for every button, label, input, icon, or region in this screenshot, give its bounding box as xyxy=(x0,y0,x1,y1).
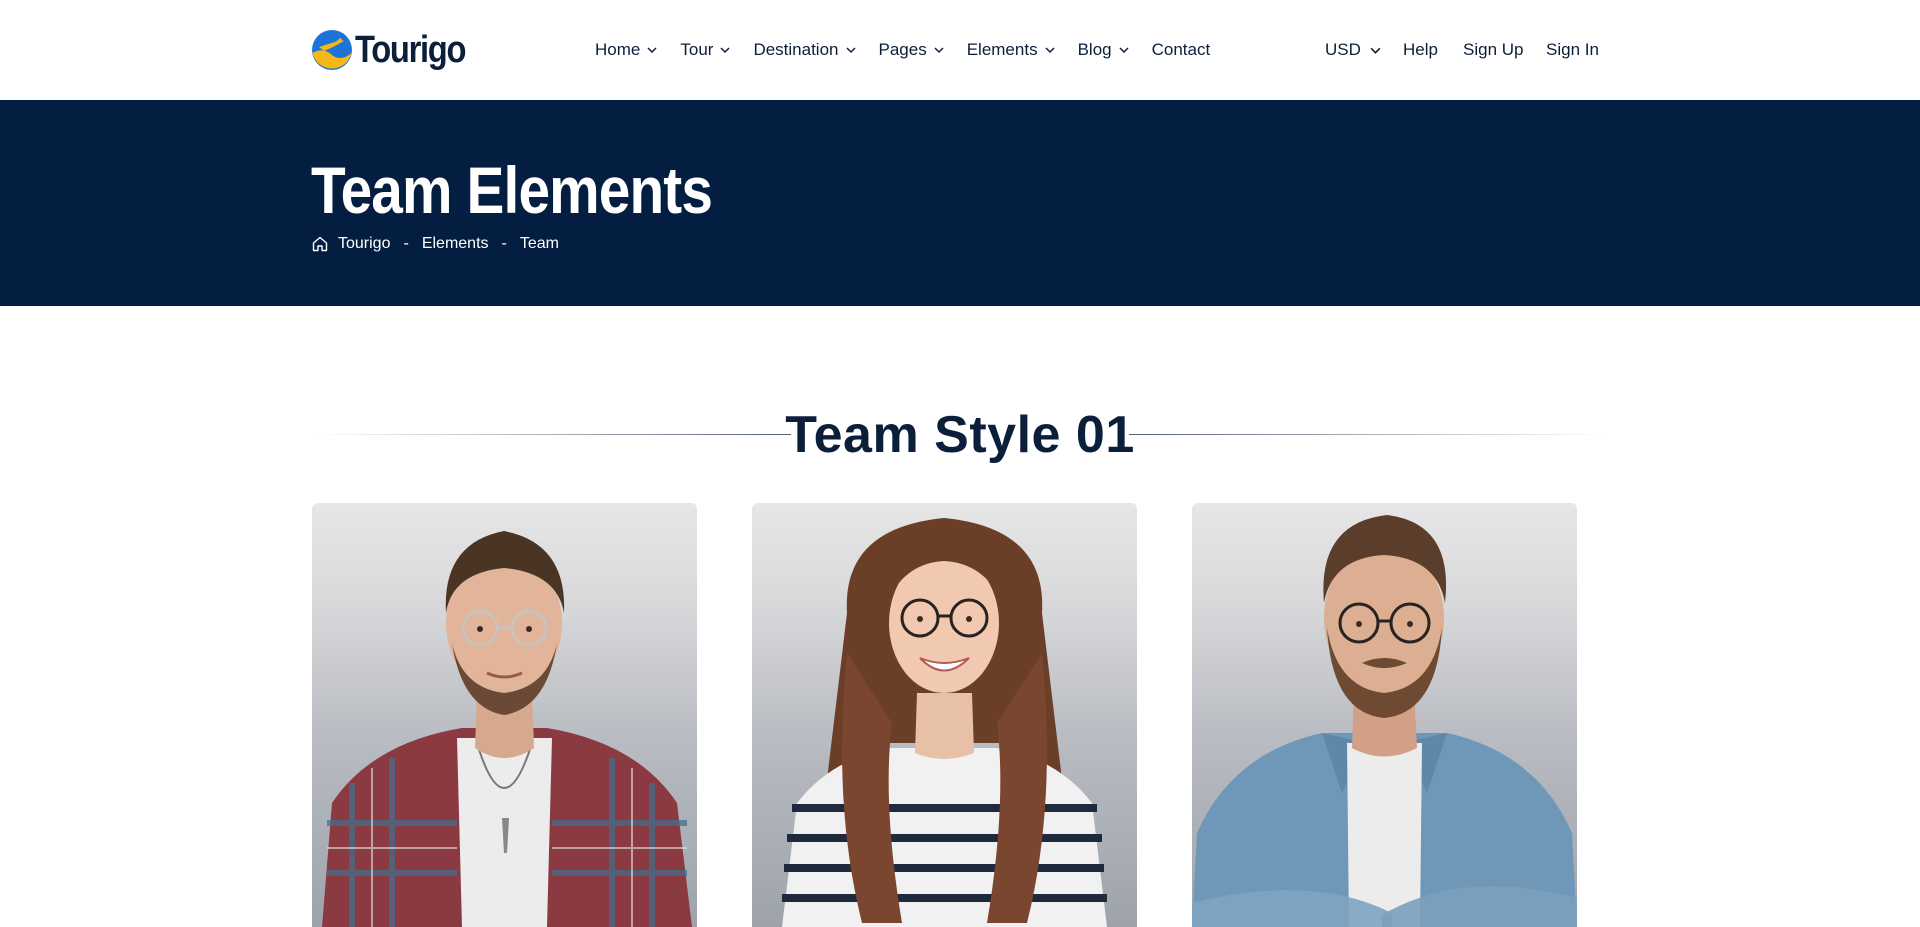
nav-blog[interactable]: Blog xyxy=(1078,37,1130,63)
nav-destination-label: Destination xyxy=(753,40,839,59)
chevron-down-icon xyxy=(934,47,944,54)
nav-elements[interactable]: Elements xyxy=(967,37,1056,63)
nav-home[interactable]: Home xyxy=(595,37,658,63)
chevron-down-icon xyxy=(845,47,856,54)
team-card[interactable] xyxy=(312,503,697,927)
breadcrumb-tourigo[interactable]: Tourigo xyxy=(338,235,390,253)
sign-in-label: Sign In xyxy=(1546,40,1599,59)
section-title: Team Style 01 xyxy=(785,406,1135,464)
nav-tour[interactable]: Tour xyxy=(680,37,731,63)
sign-up-label: Sign Up xyxy=(1463,40,1524,59)
section-header: Team Style 01 xyxy=(311,400,1609,470)
nav-tour-label: Tour xyxy=(680,40,714,59)
nav-contact-label: Contact xyxy=(1151,40,1211,59)
breadcrumb-team: Team xyxy=(519,235,559,252)
sign-up-link[interactable]: Sign Up xyxy=(1463,37,1523,63)
nav-destination[interactable]: Destination xyxy=(753,37,856,63)
chevron-down-icon xyxy=(1370,47,1381,54)
page-hero xyxy=(0,100,1920,306)
breadcrumb-separator: - xyxy=(501,235,507,252)
nav-pages-label: Pages xyxy=(878,40,927,59)
currency-selector[interactable]: USD xyxy=(1325,37,1382,63)
chevron-down-icon xyxy=(647,47,657,54)
team-card[interactable] xyxy=(1192,503,1577,927)
site-header: Tourigo Home Tour Destination Pages Elem… xyxy=(0,0,1920,100)
home-icon[interactable] xyxy=(311,235,329,253)
plane-sun-logo-icon xyxy=(312,30,352,70)
team-member-photo xyxy=(782,518,1107,927)
team-member-photo xyxy=(322,531,692,927)
nav-home-label: Home xyxy=(595,40,641,59)
chevron-down-icon xyxy=(1119,47,1129,54)
breadcrumb-elements[interactable]: Elements xyxy=(422,235,489,253)
nav-contact[interactable]: Contact xyxy=(1152,37,1211,63)
breadcrumb: Tourigo - Elements - Team xyxy=(311,233,559,255)
nav-elements-label: Elements xyxy=(966,40,1038,59)
team-card[interactable] xyxy=(752,503,1137,927)
currency-label: USD xyxy=(1325,40,1361,59)
team-member-photo xyxy=(1192,515,1577,927)
logo[interactable]: Tourigo xyxy=(311,27,483,73)
nav-pages[interactable]: Pages xyxy=(879,37,945,63)
help-link[interactable]: Help xyxy=(1403,37,1438,63)
nav-blog-label: Blog xyxy=(1077,40,1112,59)
logo-text: Tourigo xyxy=(355,29,466,71)
page-title: Team Elements xyxy=(311,153,713,227)
sign-in-link[interactable]: Sign In xyxy=(1546,37,1599,63)
help-label: Help xyxy=(1403,40,1438,59)
divider-right xyxy=(1129,434,1609,435)
chevron-down-icon xyxy=(1045,47,1055,54)
main-nav: Home Tour Destination Pages Elements Blo… xyxy=(595,37,1210,63)
breadcrumb-separator: - xyxy=(403,235,409,252)
chevron-down-icon xyxy=(720,47,730,54)
